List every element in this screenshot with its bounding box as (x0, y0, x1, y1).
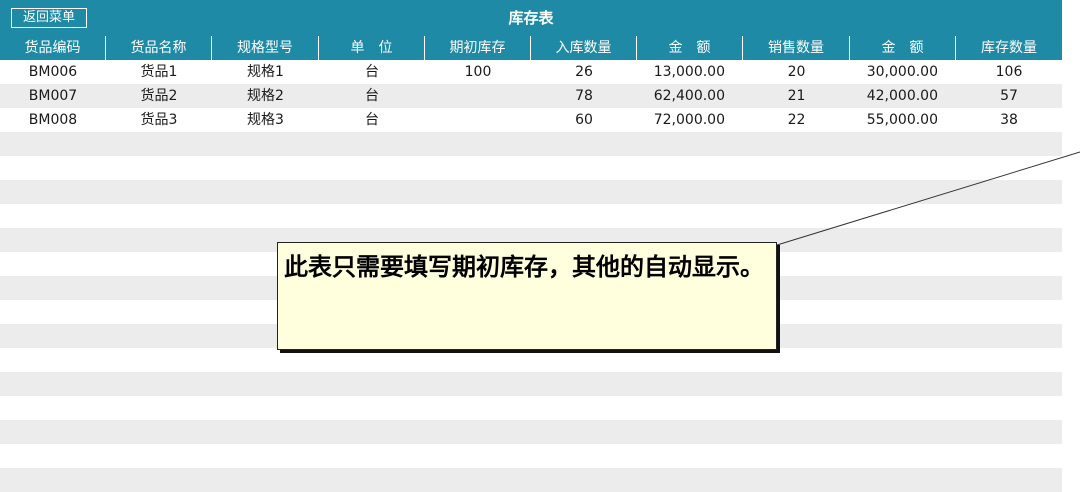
table-cell[interactable]: 规格3 (212, 108, 319, 132)
column-header[interactable]: 单 位 (319, 36, 425, 60)
column-header-row: 货品编码 货品名称 规格型号单 位期初库存 入库数量金 额销售数量金 额库存数量 (0, 36, 1062, 60)
back-to-menu-button[interactable]: 返回菜单 (11, 8, 87, 28)
table-cell[interactable]: 106 (956, 60, 1062, 84)
table-cell[interactable] (425, 84, 531, 108)
table-cell[interactable]: 20 (743, 60, 850, 84)
table-cell[interactable]: 22 (743, 108, 850, 132)
table-row: BM007 货品2 规格2 台 78 62,400.00 21 42,000.00 57 (0, 84, 1062, 108)
table-row (0, 156, 1062, 180)
table-cell[interactable]: 62,400.00 (637, 84, 743, 108)
column-header[interactable]: 库存数量 (956, 36, 1062, 60)
table-cell[interactable]: 13,000.00 (637, 60, 743, 84)
table-row (0, 132, 1062, 156)
table-cell[interactable] (425, 108, 531, 132)
table-row (0, 180, 1062, 204)
table-cell[interactable]: 货品3 (106, 108, 212, 132)
table-cell[interactable]: BM007 (0, 84, 106, 108)
column-header[interactable]: 入库数量 (531, 36, 637, 60)
table-row (0, 348, 1062, 372)
note-text: 此表只需要填写期初库存，其他的自动显示。 (284, 252, 764, 281)
table-cell[interactable]: 台 (319, 60, 425, 84)
table-cell[interactable]: 台 (319, 84, 425, 108)
table-cell[interactable]: 货品2 (106, 84, 212, 108)
table-cell[interactable]: 38 (956, 108, 1062, 132)
table-row: BM008 货品3 规格3 台 60 72,000.00 22 55,000.00 38 (0, 108, 1062, 132)
table-cell[interactable]: 42,000.00 (850, 84, 956, 108)
table-cell[interactable]: 100 (425, 60, 531, 84)
table-row (0, 420, 1062, 444)
table-cell[interactable]: 台 (319, 108, 425, 132)
table-cell[interactable]: 货品1 (106, 60, 212, 84)
title-bar: 库存表 返回菜单 (0, 0, 1062, 36)
table-row (0, 444, 1062, 468)
table-cell[interactable]: 78 (531, 84, 637, 108)
table-cell[interactable]: 72,000.00 (637, 108, 743, 132)
table-cell[interactable]: 26 (531, 60, 637, 84)
table-row (0, 468, 1062, 492)
column-header[interactable]: 规格型号 (212, 36, 319, 60)
table-cell[interactable]: BM006 (0, 60, 106, 84)
table-cell[interactable]: 60 (531, 108, 637, 132)
table-cell[interactable]: 规格1 (212, 60, 319, 84)
column-header[interactable]: 销售数量 (743, 36, 850, 60)
sheet-title: 库存表 (508, 9, 554, 27)
column-header[interactable]: 期初库存 (425, 36, 531, 60)
table-row (0, 396, 1062, 420)
table-cell[interactable]: 21 (743, 84, 850, 108)
table-cell[interactable]: BM008 (0, 108, 106, 132)
column-header[interactable]: 货品名称 (106, 36, 212, 60)
table-row (0, 372, 1062, 396)
table-cell[interactable]: 规格2 (212, 84, 319, 108)
table-cell[interactable]: 57 (956, 84, 1062, 108)
note-callout: 此表只需要填写期初库存，其他的自动显示。 (277, 242, 777, 350)
table-cell[interactable]: 30,000.00 (850, 60, 956, 84)
column-header[interactable]: 金 额 (850, 36, 956, 60)
table-cell[interactable]: 55,000.00 (850, 108, 956, 132)
column-header[interactable]: 货品编码 (0, 36, 106, 60)
column-header[interactable]: 金 额 (637, 36, 743, 60)
table-row: BM006 货品1 规格1 台 100 26 13,000.00 20 30,000.00 106 (0, 60, 1062, 84)
table-row (0, 204, 1062, 228)
